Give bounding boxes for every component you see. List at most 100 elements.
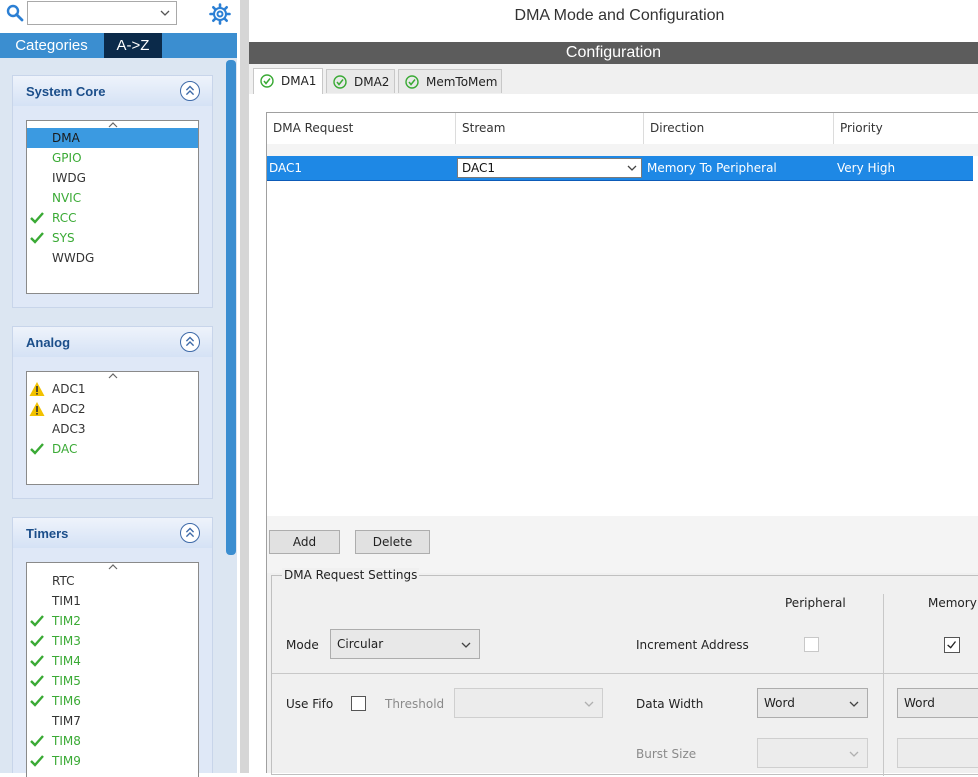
list-item-dma[interactable]: DMA xyxy=(27,128,198,148)
check-icon xyxy=(30,675,44,687)
list-item-label: TIM7 xyxy=(52,714,81,728)
list-item-label: DMA xyxy=(52,131,80,145)
settings-separator xyxy=(272,673,978,674)
peripheral-data-width-select[interactable]: Word xyxy=(757,688,868,718)
settings-legend: DMA Request Settings xyxy=(282,568,420,582)
right-panel: DMA Mode and Configuration Configuration… xyxy=(249,0,978,776)
memory-column-label: Memory xyxy=(928,596,977,610)
check-icon xyxy=(30,735,44,747)
table-header: DMA Request Stream Direction Priority xyxy=(267,113,978,145)
list-item-wwdg[interactable]: WWDG xyxy=(27,248,198,268)
group-header[interactable]: Timers xyxy=(13,518,212,548)
list-item-tim9[interactable]: TIM9 xyxy=(27,751,198,771)
list-item-label: TIM5 xyxy=(52,674,81,688)
list-item-rtc[interactable]: RTC xyxy=(27,571,198,591)
search-input[interactable] xyxy=(27,1,177,25)
data-width-label: Data Width xyxy=(636,697,704,711)
list-item-label: IWDG xyxy=(52,171,86,185)
list-item-nvic[interactable]: NVIC xyxy=(27,188,198,208)
list-item-tim5[interactable]: TIM5 xyxy=(27,671,198,691)
checkmark-icon xyxy=(947,641,957,649)
list-item-label: RTC xyxy=(52,574,75,588)
check-icon xyxy=(30,212,44,224)
column-header-stream[interactable]: Stream xyxy=(456,113,644,144)
group-header[interactable]: System Core xyxy=(13,76,212,106)
list-item-label: TIM8 xyxy=(52,734,81,748)
column-header-direction[interactable]: Direction xyxy=(644,113,834,144)
list-item-dac[interactable]: DAC xyxy=(27,439,198,459)
list-item-adc1[interactable]: ADC1 xyxy=(27,379,198,399)
memory-burst-select[interactable] xyxy=(897,738,978,768)
list-item-tim4[interactable]: TIM4 xyxy=(27,651,198,671)
chevron-down-icon[interactable] xyxy=(461,641,471,649)
panel-splitter[interactable] xyxy=(240,0,249,773)
list-item-sys[interactable]: SYS xyxy=(27,228,198,248)
chevron-down-icon[interactable] xyxy=(160,8,170,18)
check-icon xyxy=(30,695,44,707)
tab-a-z[interactable]: A->Z xyxy=(104,33,162,58)
peripheral-increment-checkbox[interactable] xyxy=(804,637,819,652)
list-item-label: TIM2 xyxy=(52,614,81,628)
group-analog: Analog ADC1 ADC2 ADC3 DAC xyxy=(12,326,213,499)
left-scrollbar[interactable] xyxy=(226,60,236,555)
tab-label: DMA2 xyxy=(354,75,390,89)
tab-categories[interactable]: Categories xyxy=(0,33,103,58)
chevron-down-icon[interactable] xyxy=(849,750,859,758)
check-icon xyxy=(30,443,44,455)
collapse-icon[interactable] xyxy=(180,81,200,101)
chevron-down-icon[interactable] xyxy=(849,700,859,708)
threshold-label: Threshold xyxy=(385,697,445,711)
check-icon xyxy=(30,232,44,244)
collapse-icon[interactable] xyxy=(180,332,200,352)
delete-button[interactable]: Delete xyxy=(355,530,430,554)
dma-tab-bar: DMA1 DMA2 MemToMem xyxy=(249,64,978,94)
group-header[interactable]: Analog xyxy=(13,327,212,357)
add-button[interactable]: Add xyxy=(269,530,340,554)
chevron-down-icon[interactable] xyxy=(627,164,637,172)
list-item-rcc[interactable]: RCC xyxy=(27,208,198,228)
list-item-label: ADC3 xyxy=(52,422,86,436)
dma-panel: DMA Request Stream Direction Priority DA… xyxy=(266,112,978,776)
group-title: System Core xyxy=(26,84,106,99)
list-item-tim2[interactable]: TIM2 xyxy=(27,611,198,631)
peripheral-burst-select[interactable] xyxy=(757,738,868,768)
threshold-select[interactable] xyxy=(454,688,603,718)
list-item-tim3[interactable]: TIM3 xyxy=(27,631,198,651)
stream-select[interactable]: DAC1 xyxy=(457,158,642,178)
group-system-core: System Core DMA GPIO IWDG NVIC RCC SYS W… xyxy=(12,75,213,308)
mode-value: Circular xyxy=(337,637,384,651)
list-item-tim8[interactable]: TIM8 xyxy=(27,731,198,751)
memory-increment-checkbox[interactable] xyxy=(944,637,960,653)
list-item-tim7[interactable]: TIM7 xyxy=(27,711,198,731)
check-circle-icon xyxy=(260,74,274,88)
mode-select[interactable]: Circular xyxy=(330,629,480,659)
list-item-label: GPIO xyxy=(52,151,82,165)
tab-memtomem[interactable]: MemToMem xyxy=(398,69,502,93)
list-item-tim1[interactable]: TIM1 xyxy=(27,591,198,611)
group-timers: Timers RTC TIM1 TIM2 TIM3 TIM4 TIM5 TIM6… xyxy=(12,517,213,777)
list-item-iwdg[interactable]: IWDG xyxy=(27,168,198,188)
tab-label: MemToMem xyxy=(426,75,498,89)
list-item-tim6[interactable]: TIM6 xyxy=(27,691,198,711)
list-item-adc2[interactable]: ADC2 xyxy=(27,399,198,419)
column-header-priority[interactable]: Priority xyxy=(834,113,978,144)
use-fifo-checkbox[interactable] xyxy=(351,696,366,711)
collapse-icon[interactable] xyxy=(180,523,200,543)
list-item-adc3[interactable]: ADC3 xyxy=(27,419,198,439)
cell-priority: Very High xyxy=(837,161,896,175)
left-panel: Categories A->Z System Core DMA GPIO IWD… xyxy=(0,0,240,777)
category-tab-bar: Categories A->Z xyxy=(0,33,237,58)
tab-dma2[interactable]: DMA2 xyxy=(326,69,395,93)
gear-icon[interactable] xyxy=(209,3,231,25)
dma-request-settings: DMA Request Settings Peripheral Memory M… xyxy=(271,568,978,776)
search-icon[interactable] xyxy=(6,4,24,22)
table-row[interactable]: DAC1 DAC1 Memory To Peripheral Very High xyxy=(267,156,973,181)
list-item-gpio[interactable]: GPIO xyxy=(27,148,198,168)
memory-data-width-select[interactable]: Word xyxy=(897,688,978,718)
list-item-label: TIM4 xyxy=(52,654,81,668)
column-header-dma-request[interactable]: DMA Request xyxy=(267,113,456,144)
list-item-label: NVIC xyxy=(52,191,82,205)
peripheral-list: ADC1 ADC2 ADC3 DAC xyxy=(26,371,199,485)
tab-dma1[interactable]: DMA1 xyxy=(253,68,323,94)
chevron-down-icon[interactable] xyxy=(584,700,594,708)
